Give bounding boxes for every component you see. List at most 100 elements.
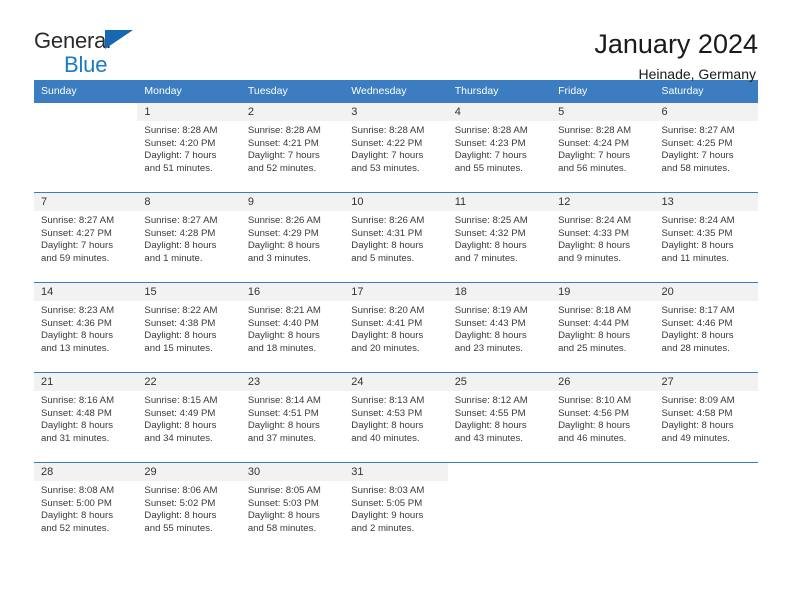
calendar-day-cell[interactable]: 21 Sunrise: 8:16 AM Sunset: 4:48 PM Dayligh… bbox=[34, 372, 138, 463]
calendar-day-cell[interactable]: 28 Sunrise: 8:08 AM Sunset: 5:00 PM Dayligh… bbox=[34, 462, 138, 553]
day-daylight2-text: and 55 minutes. bbox=[454, 162, 523, 174]
day-number: 15 bbox=[137, 283, 241, 301]
day-number: 24 bbox=[344, 373, 448, 391]
calendar-day-cell[interactable]: 8 Sunrise: 8:27 AM Sunset: 4:28 PM Daylight… bbox=[137, 192, 241, 283]
day-sunrise-text: Sunrise: 8:08 AM bbox=[41, 485, 115, 496]
calendar-day-cell[interactable]: 20 Sunrise: 8:17 AM Sunset: 4:46 PM Dayligh… bbox=[654, 282, 758, 373]
day-sunset-text: Sunset: 4:36 PM bbox=[41, 317, 112, 329]
day-daylight1-text: Daylight: 8 hours bbox=[351, 240, 424, 252]
day-number: 7 bbox=[34, 193, 138, 211]
calendar-day-cell[interactable]: 5 Sunrise: 8:28 AM Sunset: 4:24 PM Daylight… bbox=[551, 102, 655, 193]
day-daylight1-text: Daylight: 8 hours bbox=[41, 510, 113, 522]
calendar-day-cell[interactable]: 23 Sunrise: 8:14 AM Sunset: 4:51 PM Dayligh… bbox=[240, 372, 345, 463]
calendar-day-cell[interactable]: 4 Sunrise: 8:28 AM Sunset: 4:23 PM Daylight… bbox=[447, 102, 552, 193]
day-number: 1 bbox=[137, 103, 241, 121]
day-sunset-text: Sunset: 4:43 PM bbox=[454, 317, 526, 329]
day-daylight1-text: Daylight: 8 hours bbox=[41, 330, 113, 342]
day-sunset-text: Sunset: 5:03 PM bbox=[247, 497, 319, 509]
day-sunrise-text: Sunrise: 8:24 AM bbox=[558, 215, 632, 226]
calendar-day-cell[interactable]: 1 Sunrise: 8:28 AM Sunset: 4:20 PM Daylight… bbox=[137, 102, 241, 193]
day-details: Sunrise: 8:10 AM Sunset: 4:56 PM Daylight:… bbox=[551, 391, 654, 445]
calendar-day-cell[interactable]: 15 Sunrise: 8:22 AM Sunset: 4:38 PM Dayligh… bbox=[137, 282, 241, 373]
brand-logo[interactable]: General Blue bbox=[34, 28, 184, 76]
calendar-day-cell[interactable]: 14 Sunrise: 8:23 AM Sunset: 4:36 PM Dayligh… bbox=[34, 282, 138, 373]
day-daylight1-text: Daylight: 7 hours bbox=[144, 150, 217, 162]
day-sunset-text: Sunset: 4:31 PM bbox=[351, 227, 423, 239]
calendar-day-cell[interactable]: 18 Sunrise: 8:19 AM Sunset: 4:43 PM Dayligh… bbox=[447, 282, 552, 373]
day-details: Sunrise: 8:12 AM Sunset: 4:55 PM Daylight:… bbox=[448, 391, 551, 445]
day-number: 8 bbox=[137, 193, 241, 211]
calendar-day-cell[interactable]: 13 Sunrise: 8:24 AM Sunset: 4:35 PM Dayligh… bbox=[654, 192, 758, 283]
calendar-day-cell[interactable]: 10 Sunrise: 8:26 AM Sunset: 4:31 PM Dayligh… bbox=[344, 192, 448, 283]
day-details: Sunrise: 8:15 AM Sunset: 4:49 PM Daylight:… bbox=[137, 391, 240, 445]
calendar-day-cell[interactable]: 17 Sunrise: 8:20 AM Sunset: 4:41 PM Dayligh… bbox=[344, 282, 448, 373]
day-daylight2-text: and 46 minutes. bbox=[558, 432, 627, 444]
day-daylight2-text: and 52 minutes. bbox=[41, 522, 110, 534]
day-number: 17 bbox=[344, 283, 448, 301]
calendar-day-cell[interactable]: 6 Sunrise: 8:27 AM Sunset: 4:25 PM Daylight… bbox=[654, 102, 758, 193]
day-daylight2-text: and 7 minutes. bbox=[454, 252, 518, 264]
calendar-day-cell[interactable]: 27 Sunrise: 8:09 AM Sunset: 4:58 PM Dayligh… bbox=[654, 372, 758, 463]
day-daylight1-text: Daylight: 7 hours bbox=[247, 150, 320, 162]
day-daylight1-text: Daylight: 8 hours bbox=[144, 330, 217, 342]
title-block: January 2024 Heinade, Germany bbox=[594, 28, 758, 84]
day-daylight2-text: and 18 minutes. bbox=[247, 342, 317, 354]
day-details: Sunrise: 8:28 AM Sunset: 4:21 PM Daylight:… bbox=[241, 121, 344, 175]
day-details: Sunrise: 8:16 AM Sunset: 4:48 PM Daylight:… bbox=[34, 391, 137, 445]
calendar-day-cell[interactable]: 31 Sunrise: 8:03 AM Sunset: 5:05 PM Dayligh… bbox=[344, 462, 448, 553]
day-sunset-text: Sunset: 4:49 PM bbox=[144, 407, 216, 419]
day-daylight2-text: and 20 minutes. bbox=[351, 342, 420, 354]
day-sunrise-text: Sunrise: 8:16 AM bbox=[41, 395, 115, 406]
day-sunset-text: Sunset: 4:29 PM bbox=[247, 227, 319, 239]
calendar-day-cell[interactable]: 26 Sunrise: 8:10 AM Sunset: 4:56 PM Dayligh… bbox=[551, 372, 655, 463]
day-daylight1-text: Daylight: 8 hours bbox=[351, 420, 424, 432]
day-daylight2-text: and 15 minutes. bbox=[144, 342, 213, 354]
day-daylight1-text: Daylight: 8 hours bbox=[247, 330, 320, 342]
calendar-day-cell[interactable]: 7 Sunrise: 8:27 AM Sunset: 4:27 PM Daylight… bbox=[34, 192, 138, 283]
day-number bbox=[448, 463, 551, 481]
day-daylight2-text: and 58 minutes. bbox=[661, 162, 730, 174]
day-details: Sunrise: 8:21 AM Sunset: 4:40 PM Daylight:… bbox=[241, 301, 344, 355]
calendar-day-cell[interactable]: 12 Sunrise: 8:24 AM Sunset: 4:33 PM Dayligh… bbox=[551, 192, 655, 283]
calendar-day-cell[interactable]: 29 Sunrise: 8:06 AM Sunset: 5:02 PM Dayligh… bbox=[137, 462, 241, 553]
day-daylight2-text: and 13 minutes. bbox=[41, 342, 110, 354]
calendar-day-cell[interactable]: 30 Sunrise: 8:05 AM Sunset: 5:03 PM Dayligh… bbox=[240, 462, 345, 553]
day-daylight2-text: and 25 minutes. bbox=[558, 342, 627, 354]
calendar-day-cell[interactable]: 25 Sunrise: 8:12 AM Sunset: 4:55 PM Dayligh… bbox=[447, 372, 552, 463]
day-sunset-text: Sunset: 4:24 PM bbox=[558, 137, 630, 149]
day-sunset-text: Sunset: 5:02 PM bbox=[144, 497, 216, 509]
day-details: Sunrise: 8:23 AM Sunset: 4:36 PM Daylight:… bbox=[34, 301, 137, 355]
calendar-day-cell[interactable]: 16 Sunrise: 8:21 AM Sunset: 4:40 PM Dayligh… bbox=[240, 282, 345, 373]
day-daylight1-text: Daylight: 7 hours bbox=[454, 150, 527, 162]
day-sunrise-text: Sunrise: 8:13 AM bbox=[351, 395, 425, 406]
calendar-table: Sunday Monday Tuesday Wednesday Thursday… bbox=[34, 80, 758, 553]
day-number: 3 bbox=[344, 103, 448, 121]
calendar-day-cell[interactable]: 19 Sunrise: 8:18 AM Sunset: 4:44 PM Dayligh… bbox=[551, 282, 655, 373]
day-daylight1-text: Daylight: 8 hours bbox=[351, 330, 424, 342]
day-sunset-text: Sunset: 4:25 PM bbox=[661, 137, 733, 149]
calendar-day-cell[interactable]: 11 Sunrise: 8:25 AM Sunset: 4:32 PM Dayligh… bbox=[447, 192, 552, 283]
day-sunset-text: Sunset: 4:41 PM bbox=[351, 317, 423, 329]
calendar-day-cell[interactable]: 3 Sunrise: 8:28 AM Sunset: 4:22 PM Daylight… bbox=[344, 102, 448, 193]
day-sunset-text: Sunset: 4:32 PM bbox=[454, 227, 526, 239]
day-sunrise-text: Sunrise: 8:28 AM bbox=[454, 125, 528, 136]
day-sunrise-text: Sunrise: 8:20 AM bbox=[351, 305, 425, 316]
day-sunset-text: Sunset: 4:23 PM bbox=[454, 137, 526, 149]
day-number: 9 bbox=[240, 193, 345, 211]
calendar-day-cell[interactable]: 9 Sunrise: 8:26 AM Sunset: 4:29 PM Daylight… bbox=[240, 192, 345, 283]
day-number: 4 bbox=[447, 103, 552, 121]
calendar-week-row: 28 Sunrise: 8:08 AM Sunset: 5:00 PM Dayligh… bbox=[34, 462, 758, 553]
calendar-day-cell[interactable]: 24 Sunrise: 8:13 AM Sunset: 4:53 PM Dayligh… bbox=[344, 372, 448, 463]
day-details: Sunrise: 8:06 AM Sunset: 5:02 PM Daylight:… bbox=[137, 481, 240, 535]
day-daylight1-text: Daylight: 8 hours bbox=[144, 420, 217, 432]
day-daylight2-text: and 31 minutes. bbox=[41, 432, 110, 444]
day-details: Sunrise: 8:26 AM Sunset: 4:31 PM Daylight:… bbox=[344, 211, 447, 265]
day-number: 28 bbox=[34, 463, 138, 481]
day-daylight1-text: Daylight: 7 hours bbox=[558, 150, 631, 162]
calendar-day-cell[interactable]: 22 Sunrise: 8:15 AM Sunset: 4:49 PM Dayligh… bbox=[137, 372, 241, 463]
day-details: Sunrise: 8:18 AM Sunset: 4:44 PM Daylight:… bbox=[551, 301, 654, 355]
day-daylight1-text: Daylight: 8 hours bbox=[661, 240, 734, 252]
day-sunset-text: Sunset: 4:28 PM bbox=[144, 227, 216, 239]
day-daylight2-text: and 2 minutes. bbox=[351, 522, 415, 534]
calendar-day-cell[interactable]: 2 Sunrise: 8:28 AM Sunset: 4:21 PM Daylight… bbox=[240, 102, 345, 193]
